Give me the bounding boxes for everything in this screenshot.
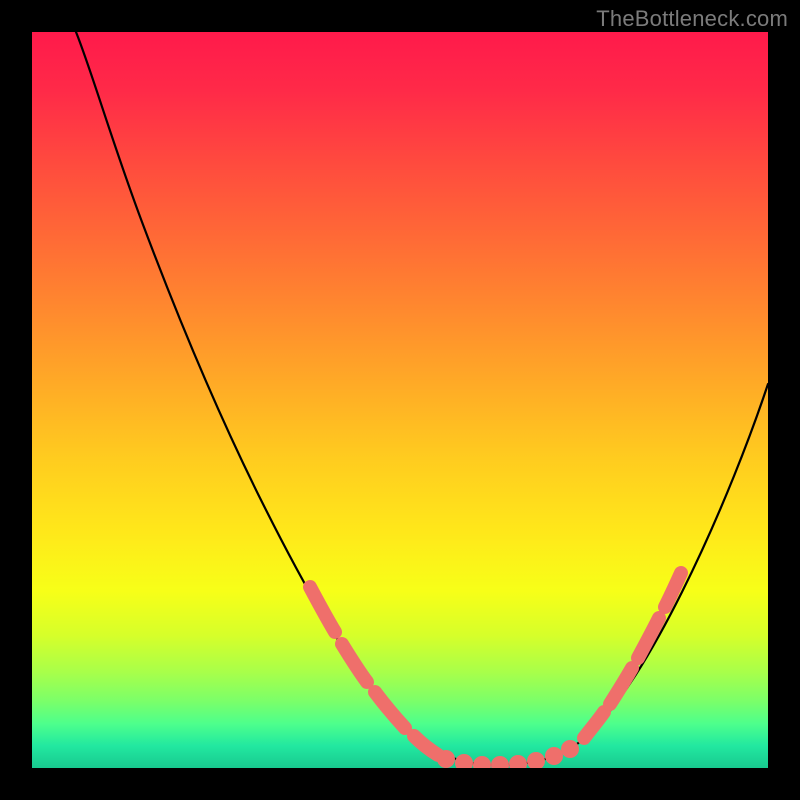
chart-frame: TheBottleneck.com [0,0,800,800]
floor-dot [455,754,473,768]
right-highlight-seg [638,618,659,658]
right-highlight-seg [584,712,604,738]
plot-area [32,32,768,768]
chart-svg [32,32,768,768]
left-highlight-seg [342,644,367,682]
left-highlight-group [310,587,438,755]
floor-dot [527,752,545,768]
left-highlight-seg [310,587,335,632]
right-highlight-seg [665,573,681,607]
right-highlight-seg [610,668,632,704]
left-highlight-seg [375,692,405,728]
floor-dot [509,755,527,768]
left-highlight-seg [414,736,438,755]
watermark-text: TheBottleneck.com [596,6,788,32]
floor-dots [437,740,579,768]
floor-dot [491,756,509,768]
floor-dot [545,747,563,765]
right-highlight-group [584,573,681,738]
bottleneck-curve [76,32,768,765]
floor-dot [561,740,579,758]
floor-dot [473,756,491,768]
floor-dot [437,750,455,768]
